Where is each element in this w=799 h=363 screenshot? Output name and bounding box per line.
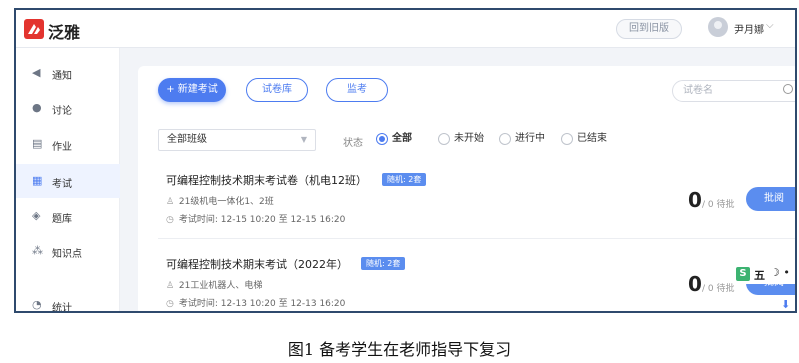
sidebar-item-label: 题库 xyxy=(52,214,72,225)
top-bar: 泛雅 回到旧版 尹月娜 ⌵ xyxy=(16,10,795,48)
sidebar-item-question-bank[interactable]: ◈ 题库 xyxy=(16,199,120,233)
app-window: 泛雅 回到旧版 尹月娜 ⌵ ◀ 通知 ● 讨论 ▤ 作业 ▦ 考试 ◈ 题库 ⁂… xyxy=(14,8,797,313)
pending-count: 0 xyxy=(688,188,702,212)
exam-time-text: 考试时间: 12-13 10:20 至 12-13 16:20 xyxy=(178,299,346,309)
avatar[interactable] xyxy=(708,17,728,37)
sidebar-item-exam[interactable]: ▦ 考试 xyxy=(16,164,120,198)
radio-dot xyxy=(376,133,388,145)
knowledge-icon: ⁂ xyxy=(32,244,43,257)
exam-classes: ♙ 21工业机器人、电梯 xyxy=(166,278,262,291)
random-badge: 随机: 2套 xyxy=(361,257,406,270)
pending-count: 0 xyxy=(688,272,702,296)
figure-caption: 图1 备考学生在老师指导下复习 xyxy=(287,340,512,359)
homework-icon: ▤ xyxy=(32,137,43,150)
row-divider xyxy=(158,238,795,239)
new-exam-button[interactable]: + 新建考试 xyxy=(158,78,226,102)
random-badge: 随机: 2套 xyxy=(382,173,427,186)
exam-icon: ▦ xyxy=(32,174,43,187)
sidebar-item-knowledge[interactable]: ⁂ 知识点 xyxy=(16,234,120,268)
ime-toolbar[interactable]: S 五 ☽ • xyxy=(734,266,795,284)
sidebar-item-label: 考试 xyxy=(52,179,72,190)
search-icon[interactable] xyxy=(783,84,793,94)
radio-label: 已结束 xyxy=(577,133,607,144)
exam-time: ◷ 考试时间: 12-13 10:20 至 12-13 16:20 xyxy=(166,296,345,309)
sidebar-item-homework[interactable]: ▤ 作业 xyxy=(16,127,120,161)
question-bank-icon: ◈ xyxy=(32,209,41,222)
brand-name: 泛雅 xyxy=(48,23,81,42)
people-icon: ♙ xyxy=(166,197,175,207)
sidebar-item-discussion[interactable]: ● 讨论 xyxy=(16,91,120,125)
sidebar-item-label: 统计 xyxy=(52,303,72,313)
people-icon: ♙ xyxy=(166,281,175,291)
sogou-icon: S xyxy=(736,267,750,281)
radio-dot xyxy=(561,133,573,145)
class-select-value: 全部班级 xyxy=(167,134,207,145)
radio-dot xyxy=(438,133,450,145)
exam-time-text: 考试时间: 12-15 10:20 至 12-15 16:20 xyxy=(178,215,346,225)
radio-label: 全部 xyxy=(392,133,412,144)
proctor-button[interactable]: 监考 xyxy=(326,78,388,102)
radio-label: 进行中 xyxy=(515,133,545,144)
chat-icon: ● xyxy=(32,101,42,114)
exam-time: ◷ 考试时间: 12-15 10:20 至 12-15 16:20 xyxy=(166,212,345,225)
chevron-down-icon: ▼ xyxy=(300,135,307,144)
old-version-button[interactable]: 回到旧版 xyxy=(616,19,682,39)
exam-title[interactable]: 可编程控制技术期末考试（2022年） xyxy=(166,256,348,272)
sidebar-item-label: 知识点 xyxy=(52,249,82,260)
speaker-icon: ◀ xyxy=(32,66,41,79)
exam-row[interactable]: 可编程控制技术期末考试（2022年） 随机: 2套 ♙ 21工业机器人、电梯 ◷… xyxy=(158,256,795,311)
search-input[interactable]: 试卷名 xyxy=(672,80,795,102)
username[interactable]: 尹月娜 xyxy=(734,21,764,36)
ime-mode: 五 xyxy=(754,269,765,282)
radio-label: 未开始 xyxy=(454,133,484,144)
stats-icon: ◔ xyxy=(32,298,42,311)
sidebar-item-notice[interactable]: ◀ 通知 xyxy=(16,56,120,90)
sidebar-item-label: 讨论 xyxy=(52,106,72,117)
moon-icon: ☽ • xyxy=(770,266,790,279)
exam-classes-text: 21级机电一体化1、2班 xyxy=(178,197,274,207)
chevron-down-icon[interactable]: ⌵ xyxy=(766,20,774,31)
pending-label: / 0 待批 xyxy=(702,284,735,294)
logo-icon xyxy=(24,19,44,39)
exam-classes: ♙ 21级机电一体化1、2班 xyxy=(166,194,274,207)
exam-row[interactable]: 可编程控制技术期末考试卷（机电12班） 随机: 2套 ♙ 21级机电一体化1、2… xyxy=(158,172,795,252)
download-icon[interactable]: ⬇ xyxy=(781,298,795,311)
clock-icon: ◷ xyxy=(166,215,174,225)
clock-icon: ◷ xyxy=(166,299,174,309)
sidebar-item-label: 作业 xyxy=(52,142,72,153)
review-button[interactable]: 批阅 xyxy=(746,187,795,211)
radio-dot xyxy=(499,133,511,145)
class-select[interactable]: 全部班级 ▼ xyxy=(158,129,316,151)
exam-panel: + 新建考试 试卷库 监考 试卷名 全部班级 ▼ 状态 全部 未开始 进行中 已… xyxy=(138,66,795,311)
sidebar-item-label: 通知 xyxy=(52,71,72,82)
paper-bank-button[interactable]: 试卷库 xyxy=(246,78,308,102)
sidebar: ◀ 通知 ● 讨论 ▤ 作业 ▦ 考试 ◈ 题库 ⁂ 知识点 ◔ 统计 xyxy=(16,48,120,313)
pending-label: / 0 待批 xyxy=(702,200,735,210)
status-label: 状态 xyxy=(343,138,363,149)
sidebar-item-stats[interactable]: ◔ 统计 xyxy=(16,288,120,313)
exam-classes-text: 21工业机器人、电梯 xyxy=(178,281,263,291)
exam-title[interactable]: 可编程控制技术期末考试卷（机电12班） xyxy=(166,172,367,188)
